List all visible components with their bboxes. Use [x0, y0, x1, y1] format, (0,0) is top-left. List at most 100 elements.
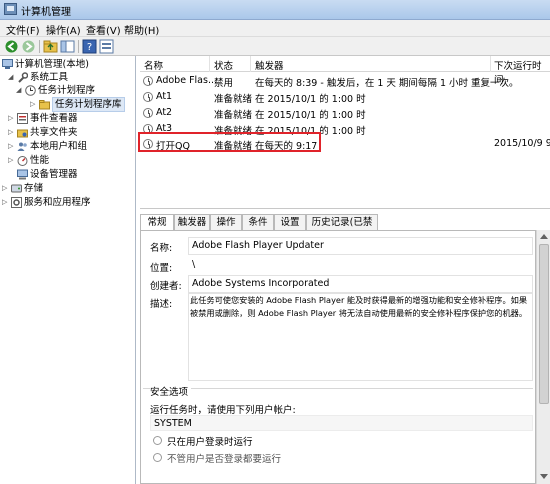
author-label: 创建者: [150, 281, 182, 292]
run-as-label: 运行任务时，请使用下列用户帐户: [150, 405, 296, 416]
toolbar-separator [39, 40, 40, 53]
computer-management-icon [4, 3, 17, 15]
table-row[interactable]: Adobe Flas... 禁用 在每天的 8:39 - 触发后，在 1 天 期… [140, 74, 550, 89]
column-header-trigger[interactable]: 触发器 [255, 58, 284, 72]
scroll-down-icon[interactable] [540, 474, 548, 479]
location-label: 位置: [150, 263, 173, 274]
task-list-header: 名称 状态 触发器 下次运行时间 [140, 56, 550, 86]
description-field[interactable]: 此任务可使您安装的 Adobe Flash Player 能及时获得最新的增强功… [188, 293, 533, 381]
column-divider[interactable] [490, 56, 491, 72]
menu-file[interactable]: 文件(F) [6, 22, 40, 37]
task-status: 禁用 [214, 78, 234, 89]
storage-icon [11, 183, 22, 194]
column-divider[interactable] [250, 56, 251, 72]
forward-arrow-icon[interactable] [21, 39, 36, 54]
task-trigger: 在 2015/10/1 的 1:00 时 [255, 94, 366, 105]
users-icon [17, 141, 28, 152]
column-header-status[interactable]: 状态 [214, 58, 233, 72]
radio-logged-on-only-label: 只在用户登录时运行 [167, 437, 253, 448]
task-trigger: 在 2015/10/1 的 1:00 时 [255, 110, 366, 121]
expander-icon [8, 170, 16, 179]
performance-icon [17, 155, 28, 166]
tree-item-label: 服务和应用程序 [24, 197, 91, 208]
task-clock-icon [143, 76, 153, 86]
menu-bar: 文件(F) 操作(A) 查看(V) 帮助(H) [0, 20, 550, 37]
window-title: 计算机管理 [21, 7, 71, 18]
tab-actions[interactable]: 操作 [210, 214, 242, 231]
location-value: \ [188, 256, 533, 270]
tree-item-label: 事件查看器 [30, 113, 78, 124]
tree-item-label: 共享文件夹 [30, 127, 78, 138]
scroll-up-icon[interactable] [540, 234, 548, 239]
task-detail-panel: 名称: Adobe Flash Player Updater 位置: \ 创建者… [140, 230, 536, 484]
tree-item-label: 任务计划程序库 [52, 97, 125, 112]
tree-item-label: 存储 [24, 183, 44, 194]
tree-item-label: 任务计划程序 [38, 85, 96, 96]
help-icon[interactable]: ? [82, 39, 97, 54]
table-row[interactable]: At2 准备就绪 在 2015/10/1 的 1:00 时 [140, 106, 550, 121]
name-field[interactable]: Adobe Flash Player Updater [188, 237, 533, 255]
description-line: 被禁用或删除，则 Adobe Flash Player 将无法自动使用最新的安全… [190, 308, 528, 318]
name-label: 名称: [150, 243, 173, 254]
menu-help[interactable]: 帮助(H) [124, 22, 159, 37]
expander-icon[interactable]: ◢ [8, 73, 16, 82]
task-status: 准备就绪 [214, 110, 253, 121]
tree-item-label: 系统工具 [30, 72, 69, 83]
task-clock-icon [143, 92, 153, 102]
tree-item-label: 本地用户和组 [30, 141, 88, 152]
navigation-tree: 计算机管理(本地) ◢ 系统工具 ◢ 任务计划程序 ▷ 任务计划程序库 ▷ 事件… [0, 56, 136, 484]
task-name: At2 [156, 107, 173, 118]
task-name: At1 [156, 91, 173, 102]
tree-item-label: 计算机管理(本地) [15, 59, 89, 70]
toolbar: ? [0, 37, 550, 56]
author-field[interactable]: Adobe Systems Incorporated [188, 275, 533, 293]
expander-icon[interactable]: ▷ [8, 142, 16, 151]
task-clock-icon [143, 108, 153, 118]
expander-icon[interactable]: ▷ [8, 114, 16, 123]
back-arrow-icon[interactable] [4, 39, 19, 54]
task-trigger: 在每天的 8:39 - 触发后，在 1 天 期间每隔 1 小时 重复一次。 [255, 78, 519, 89]
detail-scrollbar[interactable] [536, 230, 550, 484]
scrollbar-thumb[interactable] [539, 244, 549, 404]
tree-item-label: 设备管理器 [30, 169, 78, 180]
tab-settings[interactable]: 设置 [274, 214, 306, 231]
expander-icon[interactable]: ▷ [2, 184, 10, 193]
task-next-run: 2015/10/9 9: [494, 138, 550, 149]
toolbar-separator [78, 40, 79, 53]
security-options-heading: 安全选项 [150, 384, 192, 398]
expander-icon[interactable]: ◢ [16, 86, 24, 95]
security-group-divider [143, 388, 533, 389]
description-label: 描述: [150, 299, 173, 310]
description-line: 此任务可使您安装的 Adobe Flash Player 能及时获得最新的增强功… [190, 295, 528, 305]
tab-conditions[interactable]: 条件 [242, 214, 274, 231]
detail-tabs: 常规 触发器 操作 条件 设置 历史记录(已禁用) [140, 214, 550, 243]
task-name: Adobe Flas... [156, 75, 218, 86]
table-row[interactable]: At1 准备就绪 在 2015/10/1 的 1:00 时 [140, 90, 550, 105]
column-header-name[interactable]: 名称 [144, 58, 163, 72]
expander-icon[interactable]: ▷ [8, 128, 16, 137]
event-viewer-icon [17, 113, 28, 124]
console-tree-icon[interactable] [60, 39, 75, 54]
tab-triggers[interactable]: 触发器 [174, 214, 210, 231]
task-status: 准备就绪 [214, 94, 253, 105]
column-divider[interactable] [209, 56, 210, 72]
svg-text:?: ? [87, 42, 92, 53]
radio-logged-on-only[interactable] [153, 436, 162, 445]
highlight-annotation-box [138, 132, 321, 152]
menu-view[interactable]: 查看(V) [86, 22, 121, 37]
expander-icon[interactable]: ▷ [2, 198, 10, 207]
shared-folder-icon [17, 127, 28, 138]
expander-icon[interactable]: ▷ [8, 156, 16, 165]
menu-action[interactable]: 操作(A) [46, 22, 81, 37]
services-icon [11, 197, 22, 208]
computer-icon [2, 59, 13, 70]
folder-up-icon[interactable] [43, 39, 58, 54]
tab-history[interactable]: 历史记录(已禁用) [306, 214, 378, 243]
folder-icon [39, 99, 50, 110]
tools-icon [17, 72, 29, 83]
expander-icon[interactable]: ▷ [30, 100, 38, 109]
radio-run-whether-logged-on[interactable] [153, 453, 162, 462]
properties-icon[interactable] [99, 39, 114, 54]
device-manager-icon [17, 169, 28, 180]
title-bar: 计算机管理 [0, 0, 550, 20]
